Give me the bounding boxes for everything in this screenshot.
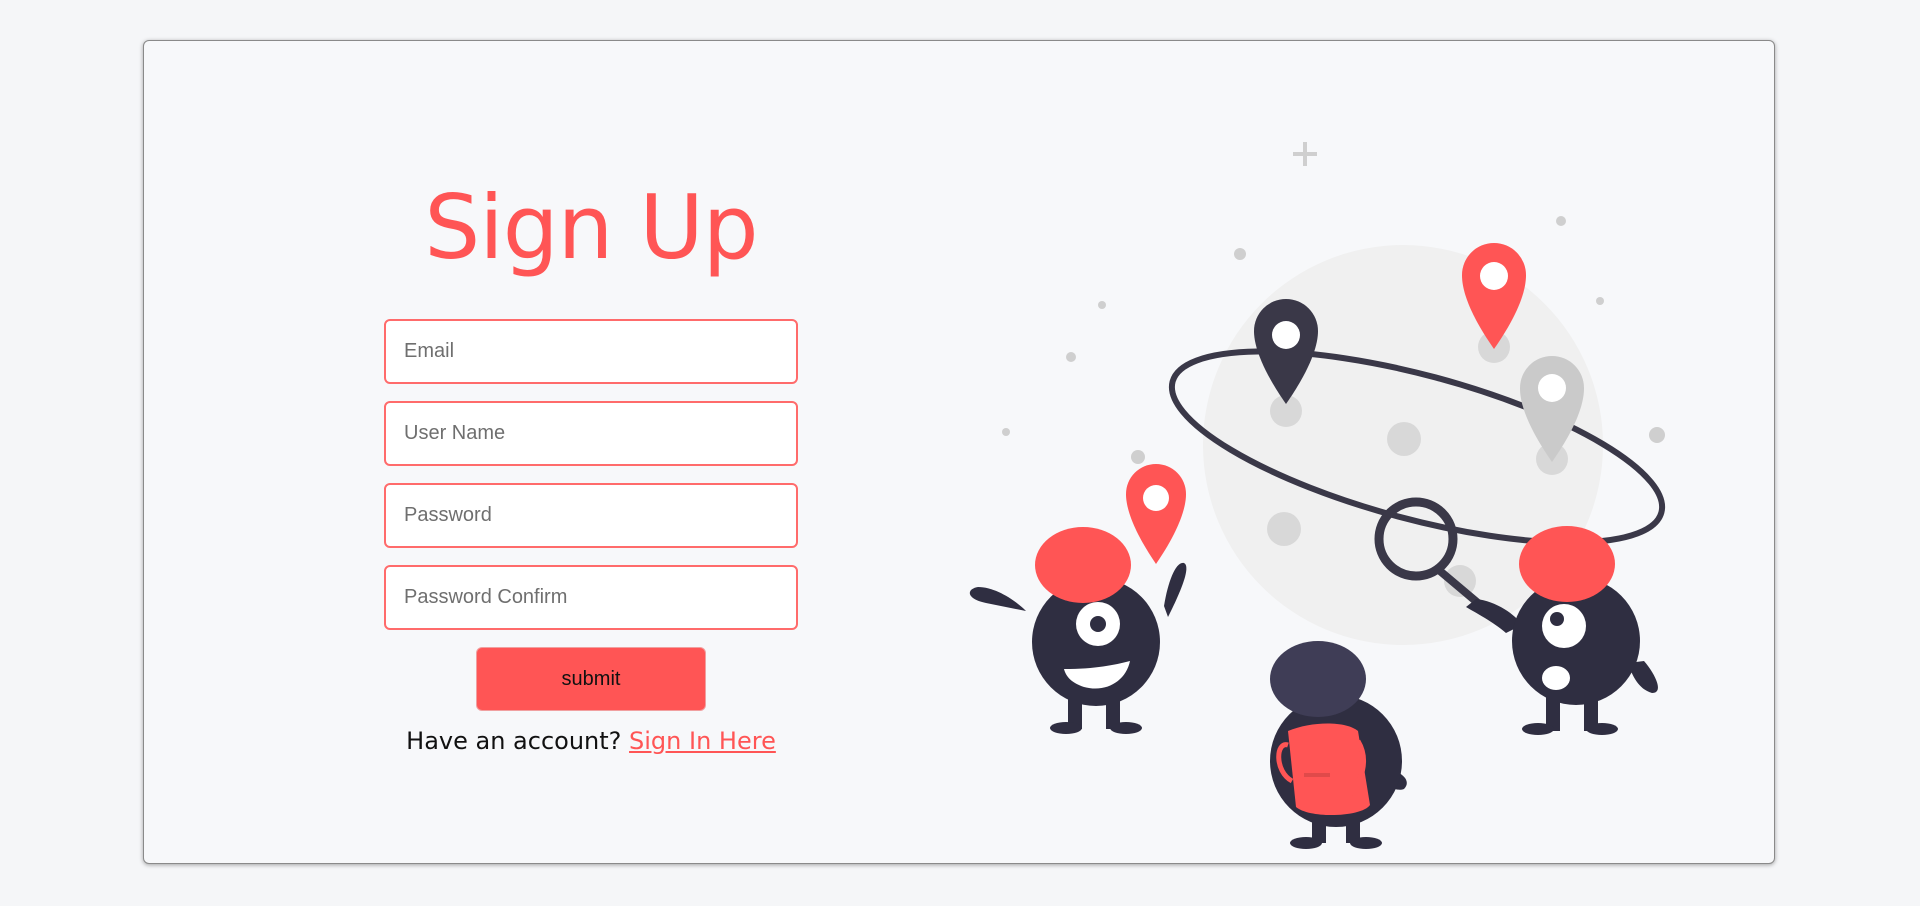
password-field[interactable] bbox=[384, 483, 798, 548]
account-prompt: Have an account? Sign In Here bbox=[406, 727, 776, 755]
account-prompt-text: Have an account? bbox=[406, 727, 622, 755]
monsters-planet-illustration bbox=[969, 142, 1666, 849]
signup-form: Sign Up submit Have an account? Sign In … bbox=[384, 173, 798, 755]
middle-monster bbox=[1270, 641, 1407, 849]
username-field[interactable] bbox=[384, 401, 798, 466]
map-pin-red-small-icon bbox=[1126, 464, 1186, 564]
page-title: Sign Up bbox=[424, 176, 758, 279]
email-field[interactable] bbox=[384, 319, 798, 384]
signin-link[interactable]: Sign In Here bbox=[629, 727, 776, 755]
signup-card: Sign Up submit Have an account? Sign In … bbox=[143, 40, 1775, 864]
password-confirm-field[interactable] bbox=[384, 565, 798, 630]
submit-button[interactable]: submit bbox=[476, 647, 706, 711]
